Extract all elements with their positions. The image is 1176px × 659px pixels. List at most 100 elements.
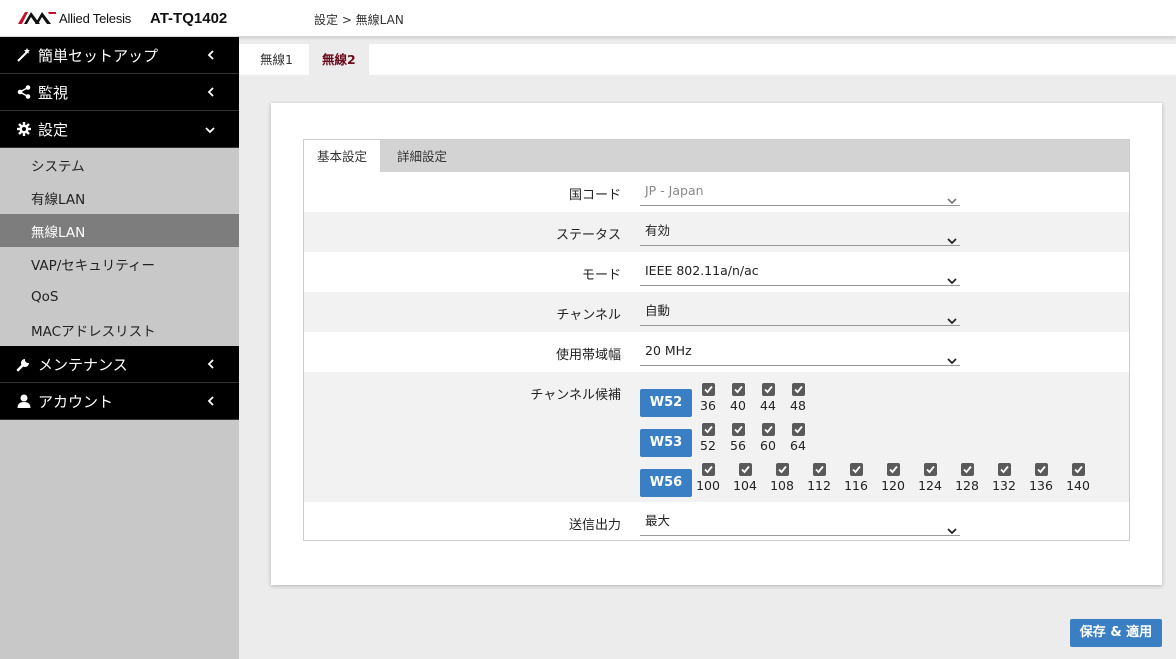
channel-checkbox[interactable]: 48 [784, 383, 812, 413]
checkbox-checked-icon[interactable] [738, 463, 752, 476]
channel-number: 140 [1066, 478, 1090, 493]
row-status: ステータス 有効 [304, 212, 1129, 252]
checkbox-checked-icon[interactable] [761, 383, 775, 396]
sidebar-group-label: 監視 [38, 83, 69, 102]
sidebar-item-system[interactable]: システム [0, 148, 239, 181]
checkbox-checked-icon[interactable] [1034, 463, 1048, 476]
checkbox-checked-icon[interactable] [812, 463, 826, 476]
checkbox-checked-icon[interactable] [1071, 463, 1085, 476]
channel-candidates-label: チャンネル候補 [530, 388, 621, 403]
tx-power-value: 最大 [645, 513, 671, 528]
status-value: 有効 [645, 223, 671, 238]
row-bandwidth: 使用帯域幅 20 MHz [304, 332, 1129, 372]
mode-label: モード [581, 268, 621, 283]
channel-checkbox[interactable]: 100 [694, 463, 722, 493]
sidebar-item-wireless-lan[interactable]: 無線LAN [0, 214, 239, 247]
country-select[interactable]: JP - Japan [640, 176, 960, 206]
channel-checkbox[interactable]: 52 [694, 423, 722, 453]
channel-checkbox[interactable]: 112 [805, 463, 833, 493]
channel-checkbox[interactable]: 36 [694, 383, 722, 413]
channel-checkbox[interactable]: 128 [953, 463, 981, 493]
row-country: 国コード JP - Japan [304, 172, 1129, 212]
checkbox-checked-icon[interactable] [886, 463, 900, 476]
channel-checkbox[interactable]: 132 [990, 463, 1018, 493]
sidebar-group-easy-setup[interactable]: 簡単セットアップ [0, 37, 239, 74]
mode-value: IEEE 802.11a/n/ac [645, 263, 759, 278]
channel-checkbox[interactable]: 140 [1064, 463, 1092, 493]
checkbox-checked-icon[interactable] [849, 463, 863, 476]
band-button-0[interactable]: W52 [640, 389, 692, 417]
channel-checkbox[interactable]: 108 [768, 463, 796, 493]
checkbox-checked-icon[interactable] [701, 463, 715, 476]
channel-checkbox[interactable]: 44 [754, 383, 782, 413]
channel-select[interactable]: 自動 [640, 296, 960, 326]
channel-number: 36 [700, 398, 716, 413]
save-apply-button[interactable]: 保存 & 適用 [1070, 619, 1162, 647]
channel-checkbox[interactable]: 56 [724, 423, 752, 453]
settings-panel: 基本設定 詳細設定 国コード JP - Japan ステータス 有効 モード I… [303, 139, 1130, 541]
tab-basic-settings[interactable]: 基本設定 [304, 140, 381, 172]
tab-radio2[interactable]: 無線2 [309, 44, 369, 75]
app-header: Allied Telesis AT-TQ1402 設定 > 無線LAN [0, 0, 1176, 37]
tab-radio1[interactable]: 無線1 [247, 44, 306, 75]
channel-checkbox[interactable]: 136 [1027, 463, 1055, 493]
tx-power-label: 送信出力 [568, 518, 621, 533]
chevron-down-icon [205, 120, 215, 138]
channel-number: 40 [730, 398, 746, 413]
channel-checkbox[interactable]: 116 [842, 463, 870, 493]
chevron-left-icon [207, 392, 215, 410]
checkbox-checked-icon[interactable] [791, 383, 805, 396]
sidebar-item-wired-lan[interactable]: 有線LAN [0, 181, 239, 214]
channel-number: 48 [790, 398, 806, 413]
channel-checkbox[interactable]: 60 [754, 423, 782, 453]
bandwidth-select[interactable]: 20 MHz [640, 336, 960, 366]
row-mode: モード IEEE 802.11a/n/ac [304, 252, 1129, 292]
tab-advanced-settings[interactable]: 詳細設定 [384, 140, 460, 172]
settings-card: 基本設定 詳細設定 国コード JP - Japan ステータス 有効 モード I… [271, 103, 1162, 585]
checkbox-checked-icon[interactable] [761, 423, 775, 436]
row-tx-power: 送信出力 最大 [304, 502, 1129, 542]
allied-telesis-logo: Allied Telesis [18, 10, 131, 26]
chevron-left-icon [207, 355, 215, 373]
sidebar-group-label: 簡単セットアップ [38, 46, 159, 65]
user-icon [16, 393, 32, 409]
chevron-left-icon [207, 83, 215, 101]
channel-checkbox[interactable]: 64 [784, 423, 812, 453]
sidebar-item-qos[interactable]: QoS [0, 280, 239, 313]
checkbox-checked-icon[interactable] [791, 423, 805, 436]
status-label: ステータス [555, 228, 621, 243]
mode-select[interactable]: IEEE 802.11a/n/ac [640, 256, 960, 286]
tx-power-select[interactable]: 最大 [640, 506, 960, 536]
checkbox-checked-icon[interactable] [775, 463, 789, 476]
channel-number: 104 [733, 478, 757, 493]
country-value: JP - Japan [645, 183, 704, 198]
checkbox-checked-icon[interactable] [960, 463, 974, 476]
sidebar-item-mac-address-list[interactable]: MACアドレスリスト [0, 313, 239, 346]
breadcrumb: 設定 > 無線LAN [314, 13, 404, 27]
channel-number: 124 [918, 478, 942, 493]
channel-label: チャンネル [556, 308, 621, 323]
sidebar-group-label: メンテナンス [38, 355, 128, 374]
sidebar-group-maintenance[interactable]: メンテナンス [0, 346, 239, 383]
channel-checkbox[interactable]: 120 [879, 463, 907, 493]
channel-checkbox[interactable]: 40 [724, 383, 752, 413]
sidebar-item-vap-security[interactable]: VAP/セキュリティー [0, 247, 239, 280]
checkbox-checked-icon[interactable] [701, 423, 715, 436]
sidebar-group-settings[interactable]: 設定 [0, 111, 239, 148]
band-button-1[interactable]: W53 [640, 429, 692, 457]
checkbox-checked-icon[interactable] [731, 423, 745, 436]
channel-number: 100 [696, 478, 720, 493]
checkbox-checked-icon[interactable] [701, 383, 715, 396]
checkbox-checked-icon[interactable] [731, 383, 745, 396]
channel-number: 136 [1029, 478, 1053, 493]
checkbox-checked-icon[interactable] [997, 463, 1011, 476]
sidebar-group-label: アカウント [38, 392, 114, 411]
sidebar: 簡単セットアップ 監視 設定 システム 有線LAN 無線LAN VAP/セキュリ… [0, 37, 239, 659]
sidebar-group-account[interactable]: アカウント [0, 383, 239, 420]
channel-checkbox[interactable]: 124 [916, 463, 944, 493]
checkbox-checked-icon[interactable] [923, 463, 937, 476]
band-button-2[interactable]: W56 [640, 469, 692, 497]
sidebar-group-monitor[interactable]: 監視 [0, 74, 239, 111]
channel-checkbox[interactable]: 104 [731, 463, 759, 493]
status-select[interactable]: 有効 [640, 216, 960, 246]
